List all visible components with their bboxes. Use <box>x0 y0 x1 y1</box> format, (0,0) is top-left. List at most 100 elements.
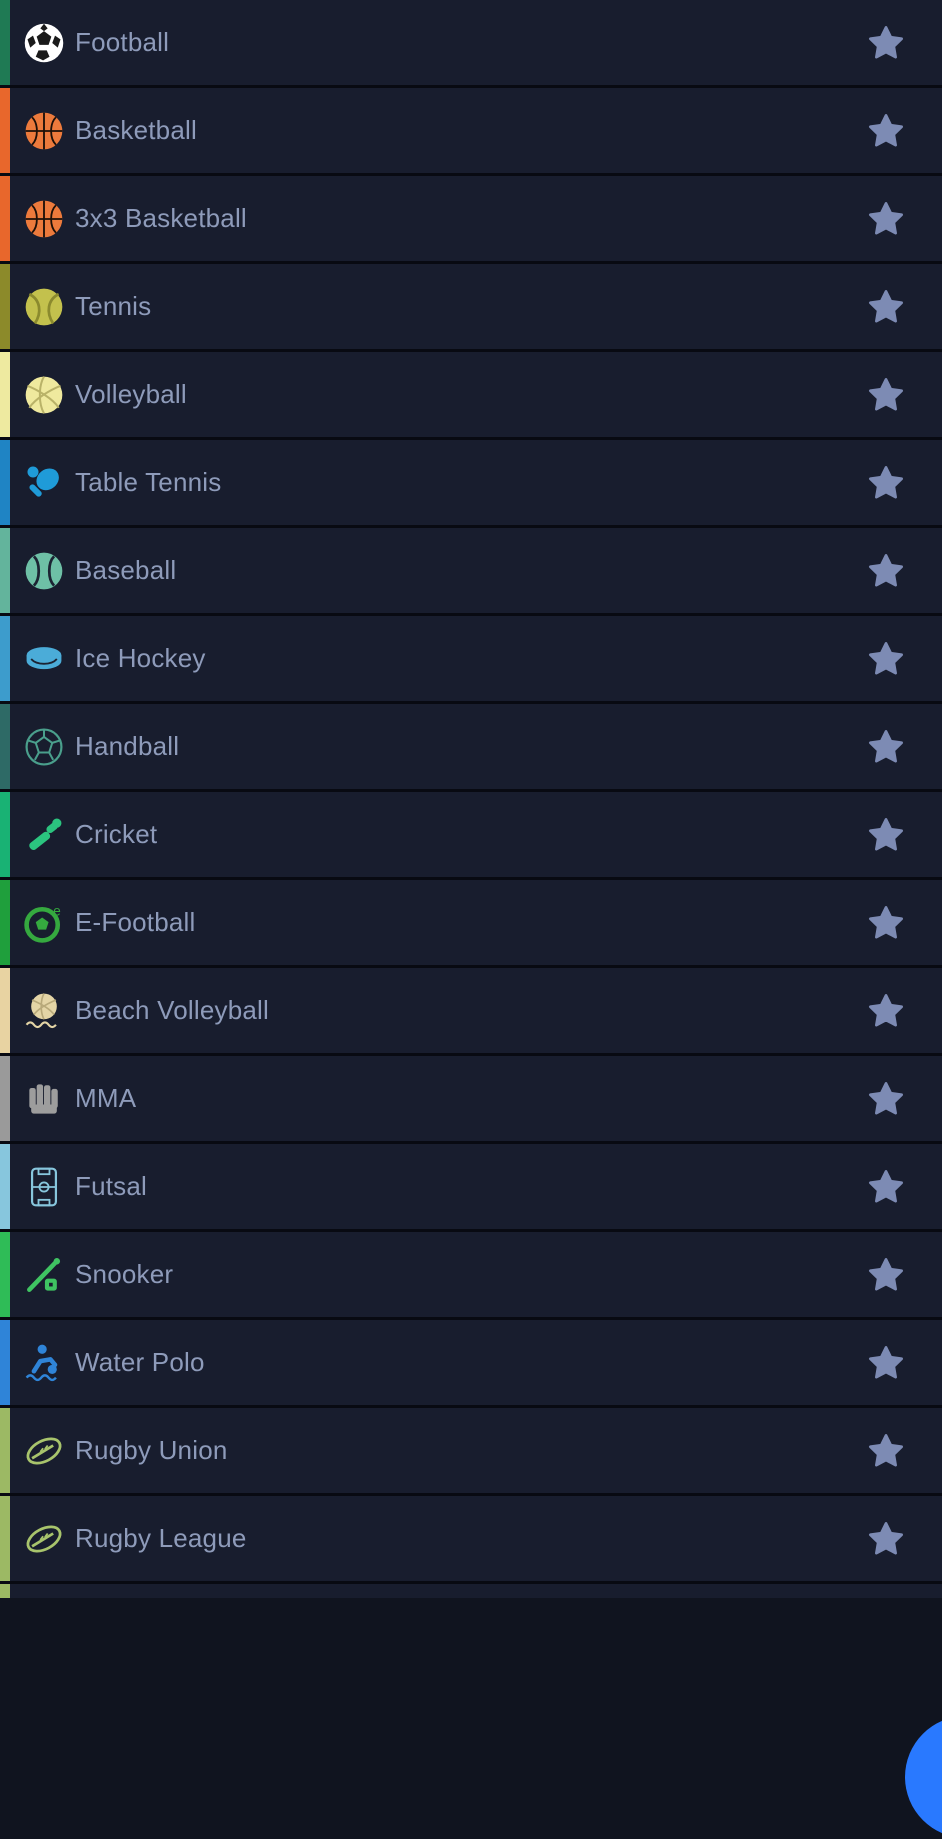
favorite-star-button[interactable] <box>838 1255 934 1295</box>
sport-icon <box>13 549 75 593</box>
sport-row[interactable]: Snooker <box>0 1232 942 1320</box>
sport-accent-bar <box>0 1584 10 1598</box>
favorite-star-button[interactable] <box>838 815 934 855</box>
sport-accent-bar <box>0 616 10 701</box>
sport-accent-bar <box>0 880 10 965</box>
sport-row[interactable]: e E-Football <box>0 880 942 968</box>
sport-label: Snooker <box>75 1259 174 1289</box>
sport-row[interactable]: Ice Hockey <box>0 616 942 704</box>
table-tennis-paddle-icon <box>27 466 59 497</box>
star-icon[interactable] <box>866 1519 906 1559</box>
sport-accent-bar <box>0 1232 10 1317</box>
favorite-star-button[interactable] <box>838 287 934 327</box>
water-polo-icon <box>25 1344 58 1381</box>
sport-label: Rugby Union <box>75 1435 228 1465</box>
sport-row[interactable]: Basketball <box>0 88 942 176</box>
star-icon[interactable] <box>866 815 906 855</box>
sport-label: MMA <box>75 1083 137 1113</box>
sport-row[interactable]: Baseball <box>0 528 942 616</box>
floating-action-button[interactable] <box>905 1716 942 1838</box>
favorite-star-button[interactable] <box>838 639 934 679</box>
star-icon[interactable] <box>866 111 906 151</box>
star-icon[interactable] <box>866 287 906 327</box>
favorite-star-button[interactable] <box>838 199 934 239</box>
star-icon[interactable] <box>866 639 906 679</box>
sport-label: E-Football <box>75 907 196 937</box>
favorite-star-button[interactable] <box>838 1343 934 1383</box>
sport-accent-bar <box>0 176 10 261</box>
star-icon[interactable] <box>866 991 906 1031</box>
sport-row[interactable]: Futsal <box>0 1144 942 1232</box>
snooker-cue-icon <box>27 1257 61 1292</box>
sport-accent-bar <box>0 1056 10 1141</box>
sport-icon <box>13 1253 75 1297</box>
sport-label: Cricket <box>75 819 158 849</box>
sport-icon <box>13 813 75 857</box>
favorite-star-button[interactable] <box>838 111 934 151</box>
sport-accent-bar <box>0 264 10 349</box>
favorite-star-button[interactable] <box>838 1519 934 1559</box>
sport-row[interactable]: MMA <box>0 1056 942 1144</box>
sport-row[interactable]: Football <box>0 0 942 88</box>
sport-label: Rugby League <box>75 1523 247 1553</box>
sport-accent-bar <box>0 968 10 1053</box>
sport-row[interactable]: Tennis <box>0 264 942 352</box>
sport-label: Volleyball <box>75 379 187 409</box>
sport-accent-bar <box>0 1408 10 1493</box>
favorite-star-button[interactable] <box>838 1431 934 1471</box>
favorite-star-button[interactable] <box>838 727 934 767</box>
tennis-ball-icon <box>25 288 63 325</box>
favorite-star-button[interactable] <box>838 375 934 415</box>
favorite-star-button[interactable] <box>838 23 934 63</box>
sport-icon <box>13 1341 75 1385</box>
sport-icon <box>13 637 75 681</box>
star-icon[interactable] <box>866 551 906 591</box>
cricket-bat-icon <box>29 818 62 850</box>
favorite-star-button[interactable] <box>838 1167 934 1207</box>
star-icon[interactable] <box>866 463 906 503</box>
favorite-star-button[interactable] <box>838 551 934 591</box>
star-icon[interactable] <box>866 903 906 943</box>
sport-icon <box>13 1165 75 1209</box>
sport-label: Table Tennis <box>75 467 222 497</box>
beach-volleyball-icon <box>25 992 57 1028</box>
star-icon[interactable] <box>866 727 906 767</box>
sport-row[interactable]: Volleyball <box>0 352 942 440</box>
star-icon[interactable] <box>866 199 906 239</box>
favorite-star-button[interactable] <box>838 991 934 1031</box>
star-icon[interactable] <box>866 1079 906 1119</box>
star-icon[interactable] <box>866 1431 906 1471</box>
star-icon[interactable] <box>866 23 906 63</box>
star-icon[interactable] <box>866 1167 906 1207</box>
sport-icon <box>13 373 75 417</box>
sport-accent-bar <box>0 704 10 789</box>
sport-label: Water Polo <box>75 1347 205 1377</box>
volleyball-icon <box>25 375 63 414</box>
sport-label: Ice Hockey <box>75 643 206 673</box>
star-icon[interactable] <box>866 1255 906 1295</box>
basketball-icon <box>25 112 63 149</box>
star-icon[interactable] <box>866 375 906 415</box>
sport-row[interactable]: Water Polo <box>0 1320 942 1408</box>
sport-row-partial[interactable] <box>0 1584 942 1598</box>
sport-icon <box>13 109 75 153</box>
sport-row[interactable]: 3x3 Basketball <box>0 176 942 264</box>
sports-list[interactable]: Football Basketball 3x3 Basketball Tenni… <box>0 0 942 1598</box>
favorite-star-button[interactable] <box>838 903 934 943</box>
hockey-puck-icon <box>26 646 62 669</box>
sport-label: Football <box>75 27 170 57</box>
soccer-ball-icon <box>24 23 64 62</box>
favorite-star-button[interactable] <box>838 1079 934 1119</box>
sport-row[interactable]: Beach Volleyball <box>0 968 942 1056</box>
handball-icon <box>25 727 63 766</box>
sport-row[interactable]: Table Tennis <box>0 440 942 528</box>
sport-row[interactable]: Handball <box>0 704 942 792</box>
favorite-star-button[interactable] <box>838 463 934 503</box>
sport-row[interactable]: Cricket <box>0 792 942 880</box>
sport-accent-bar <box>0 88 10 173</box>
sport-accent-bar <box>0 528 10 613</box>
star-icon[interactable] <box>866 1343 906 1383</box>
sport-row[interactable]: Rugby League <box>0 1496 942 1584</box>
sport-icon: e <box>13 901 75 945</box>
sport-row[interactable]: Rugby Union <box>0 1408 942 1496</box>
